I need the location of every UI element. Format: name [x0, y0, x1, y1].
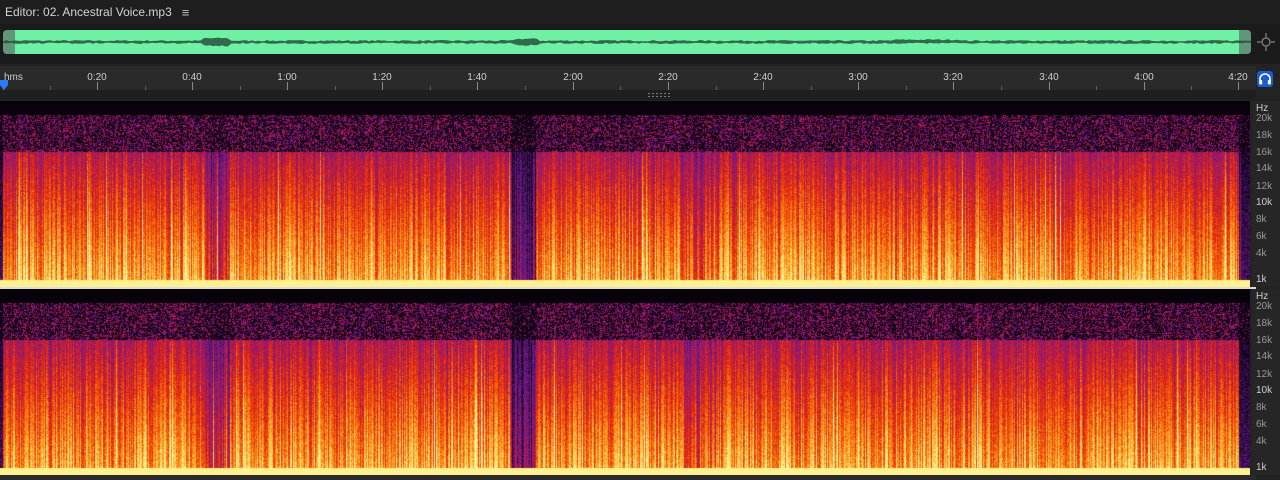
frequency-label: 8k — [1256, 214, 1267, 225]
headphones-icon[interactable] — [1257, 71, 1273, 87]
ruler-tick — [477, 82, 478, 90]
frequency-label: 12k — [1256, 369, 1273, 380]
frequency-label: 1k — [1256, 462, 1267, 473]
resize-grip-icon[interactable] — [648, 93, 670, 97]
frequency-label: 10k — [1256, 197, 1273, 208]
editor-titlebar: Editor: 02. Ancestral Voice.mp3 ≡ — [0, 0, 1280, 24]
frequency-label: 18k — [1256, 130, 1273, 141]
ruler-tick — [858, 82, 859, 90]
frequency-label: 14k — [1256, 163, 1273, 174]
ruler-tick — [287, 82, 288, 90]
overview-waveform — [3, 30, 1251, 54]
frequency-label: 4k — [1256, 436, 1267, 447]
frequency-label: 6k — [1256, 231, 1267, 242]
ruler-tick — [668, 82, 669, 90]
ruler-tick — [1049, 82, 1050, 90]
frequency-label: 10k — [1256, 385, 1273, 396]
time-ruler[interactable]: hms 0:20 0:40 1:00 1:20 1:40 2:00 2:20 2… — [0, 66, 1256, 90]
ruler-tick — [382, 82, 383, 90]
frequency-label: 16k — [1256, 335, 1273, 346]
frequency-label: 6k — [1256, 419, 1267, 430]
frequency-scale-left: Hz 20k 18k 16k 14k 12k 10k 8k 6k 4k 1k — [1252, 101, 1280, 287]
spectrogram-channel-right[interactable] — [0, 289, 1250, 475]
ruler-tick — [1144, 82, 1145, 90]
overview-panel — [0, 24, 1280, 64]
frequency-label: 4k — [1256, 248, 1267, 259]
frequency-label: 1k — [1256, 274, 1267, 285]
playhead-marker[interactable] — [0, 80, 8, 90]
spectrogram-canvas — [0, 101, 1250, 287]
frequency-scale-right: Hz 20k 18k 16k 14k 12k 10k 8k 6k 4k 1k — [1252, 289, 1280, 475]
ruler-tick — [97, 82, 98, 90]
spectrogram-canvas — [0, 289, 1250, 475]
ruler-tick — [763, 82, 764, 90]
spectrogram-channel-left[interactable] — [0, 101, 1250, 287]
ruler-tick — [573, 82, 574, 90]
frequency-label: 20k — [1256, 113, 1273, 124]
zoom-full-icon[interactable] — [1256, 32, 1276, 52]
ruler-tick — [192, 82, 193, 90]
hamburger-menu-icon[interactable]: ≡ — [182, 5, 190, 20]
frequency-label: 8k — [1256, 402, 1267, 413]
channel-bottom-bar — [0, 475, 1256, 480]
ruler-tick — [1238, 82, 1239, 90]
frequency-label: 14k — [1256, 351, 1273, 362]
panel-grip-bar — [0, 90, 1256, 100]
frequency-label: 20k — [1256, 301, 1273, 312]
frequency-label: 12k — [1256, 181, 1273, 192]
frequency-label: 18k — [1256, 318, 1273, 329]
frequency-label: 16k — [1256, 147, 1273, 158]
ruler-tick — [953, 82, 954, 90]
waveform-overview[interactable] — [3, 30, 1251, 54]
editor-title: Editor: 02. Ancestral Voice.mp3 — [5, 5, 172, 19]
